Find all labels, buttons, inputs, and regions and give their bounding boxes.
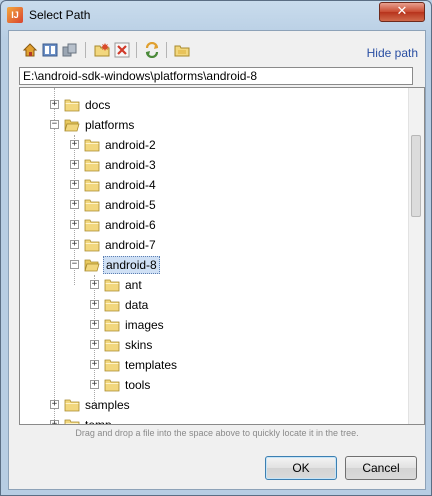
dialog-content: Hide path + docs − platforms + android-2 + andr… bbox=[8, 30, 426, 490]
expand-toggle-icon[interactable]: + bbox=[90, 380, 99, 389]
tree-item-label[interactable]: ant bbox=[123, 277, 144, 293]
tree-row-android-6[interactable]: + android-6 bbox=[20, 215, 410, 235]
path-input[interactable] bbox=[19, 67, 413, 85]
folder-icon bbox=[64, 398, 80, 412]
tree-item-label[interactable]: android-8 bbox=[103, 256, 160, 274]
new-folder-icon[interactable] bbox=[93, 42, 111, 58]
project-icon[interactable] bbox=[41, 42, 59, 58]
expand-toggle-icon[interactable]: + bbox=[70, 240, 79, 249]
expand-toggle-icon[interactable]: + bbox=[50, 400, 59, 409]
toolbar-separator bbox=[166, 42, 167, 58]
collapse-toggle-icon[interactable]: − bbox=[70, 260, 79, 269]
folder-icon bbox=[84, 158, 100, 172]
tree-item-label[interactable]: platforms bbox=[83, 117, 136, 133]
folder-icon bbox=[64, 418, 80, 424]
title-bar[interactable]: IJ Select Path ✕ bbox=[1, 1, 431, 29]
folder-icon bbox=[104, 298, 120, 312]
tree-item-label[interactable]: android-3 bbox=[103, 157, 158, 173]
expand-toggle-icon[interactable]: + bbox=[90, 360, 99, 369]
select-path-dialog: IJ Select Path ✕ Hide path E:\android-sd… bbox=[0, 0, 432, 496]
show-hidden-icon[interactable] bbox=[173, 42, 191, 58]
expand-toggle-icon[interactable]: + bbox=[70, 220, 79, 229]
tree-row-android-8[interactable]: − android-8 bbox=[20, 255, 410, 275]
folder-open-icon bbox=[64, 118, 80, 132]
tree-row-ant[interactable]: + ant bbox=[20, 275, 410, 295]
tree-item-label[interactable]: tools bbox=[123, 377, 152, 393]
folder-icon bbox=[104, 278, 120, 292]
module-icon[interactable] bbox=[61, 42, 79, 58]
folder-icon bbox=[104, 358, 120, 372]
delete-icon[interactable] bbox=[113, 42, 131, 58]
ok-button[interactable]: OK bbox=[265, 456, 337, 480]
expand-toggle-icon[interactable]: + bbox=[70, 200, 79, 209]
tree-item-label[interactable]: data bbox=[123, 297, 150, 313]
close-button[interactable]: ✕ bbox=[379, 2, 425, 22]
drag-drop-hint: Drag and drop a file into the space abov… bbox=[75, 428, 359, 438]
folder-icon bbox=[84, 238, 100, 252]
scrollbar-thumb[interactable] bbox=[411, 135, 421, 217]
tree-item-label[interactable]: temp bbox=[83, 417, 114, 424]
tree-item-label[interactable]: android-2 bbox=[103, 137, 158, 153]
folder-icon bbox=[84, 218, 100, 232]
tree-row-data[interactable]: + data bbox=[20, 295, 410, 315]
expand-toggle-icon[interactable]: + bbox=[90, 300, 99, 309]
folder-open-icon bbox=[84, 258, 100, 272]
folder-icon bbox=[84, 138, 100, 152]
vertical-scrollbar[interactable] bbox=[408, 88, 424, 424]
hide-path-link[interactable]: Hide path bbox=[367, 46, 418, 60]
tree-item-label[interactable]: samples bbox=[83, 397, 132, 413]
expand-toggle-icon[interactable]: + bbox=[90, 280, 99, 289]
tree-item-label[interactable]: templates bbox=[123, 357, 179, 373]
toolbar-separator bbox=[85, 42, 86, 58]
intellij-app-icon: IJ bbox=[7, 7, 23, 23]
expand-toggle-icon[interactable]: + bbox=[50, 100, 59, 109]
tree-row-tools[interactable]: + tools bbox=[20, 375, 410, 395]
toolbar-separator bbox=[136, 42, 137, 58]
folder-icon bbox=[64, 98, 80, 112]
tree-item-label[interactable]: android-5 bbox=[103, 197, 158, 213]
tree-row-android-3[interactable]: + android-3 bbox=[20, 155, 410, 175]
toolbar: Hide path bbox=[9, 31, 425, 65]
expand-toggle-icon[interactable]: + bbox=[50, 420, 59, 424]
folder-icon bbox=[104, 318, 120, 332]
tree-row-android-7[interactable]: + android-7 bbox=[20, 235, 410, 255]
tree-row-docs[interactable]: + docs bbox=[20, 95, 410, 115]
cancel-button[interactable]: Cancel bbox=[345, 456, 417, 480]
expand-toggle-icon[interactable]: + bbox=[70, 160, 79, 169]
folder-icon bbox=[84, 178, 100, 192]
home-icon[interactable] bbox=[21, 42, 39, 58]
collapse-toggle-icon[interactable]: − bbox=[50, 120, 59, 129]
tree-row-android-4[interactable]: + android-4 bbox=[20, 175, 410, 195]
tree-item-label[interactable]: images bbox=[123, 317, 166, 333]
tree-row-templates[interactable]: + templates bbox=[20, 355, 410, 375]
tree-row-android-2[interactable]: + android-2 bbox=[20, 135, 410, 155]
tree-row-samples[interactable]: + samples bbox=[20, 395, 410, 415]
file-tree[interactable]: + docs − platforms + android-2 + android-3 + andr… bbox=[19, 87, 425, 425]
tree-item-label[interactable]: android-4 bbox=[103, 177, 158, 193]
tree-item-label[interactable]: skins bbox=[123, 337, 154, 353]
expand-toggle-icon[interactable]: + bbox=[90, 340, 99, 349]
folder-icon bbox=[84, 198, 100, 212]
expand-toggle-icon[interactable]: + bbox=[70, 140, 79, 149]
tree-row-skins[interactable]: + skins bbox=[20, 335, 410, 355]
tree-row-platforms[interactable]: − platforms bbox=[20, 115, 410, 135]
tree-row-images[interactable]: + images bbox=[20, 315, 410, 335]
folder-icon bbox=[104, 378, 120, 392]
tree-row-temp[interactable]: + temp bbox=[20, 415, 410, 424]
tree-item-label[interactable]: android-7 bbox=[103, 237, 158, 253]
window-title: Select Path bbox=[29, 8, 91, 22]
tree-item-label[interactable]: docs bbox=[83, 97, 112, 113]
tree-row-android-5[interactable]: + android-5 bbox=[20, 195, 410, 215]
expand-toggle-icon[interactable]: + bbox=[90, 320, 99, 329]
expand-toggle-icon[interactable]: + bbox=[70, 180, 79, 189]
folder-icon bbox=[104, 338, 120, 352]
tree-item-label[interactable]: android-6 bbox=[103, 217, 158, 233]
refresh-icon[interactable] bbox=[143, 42, 161, 58]
